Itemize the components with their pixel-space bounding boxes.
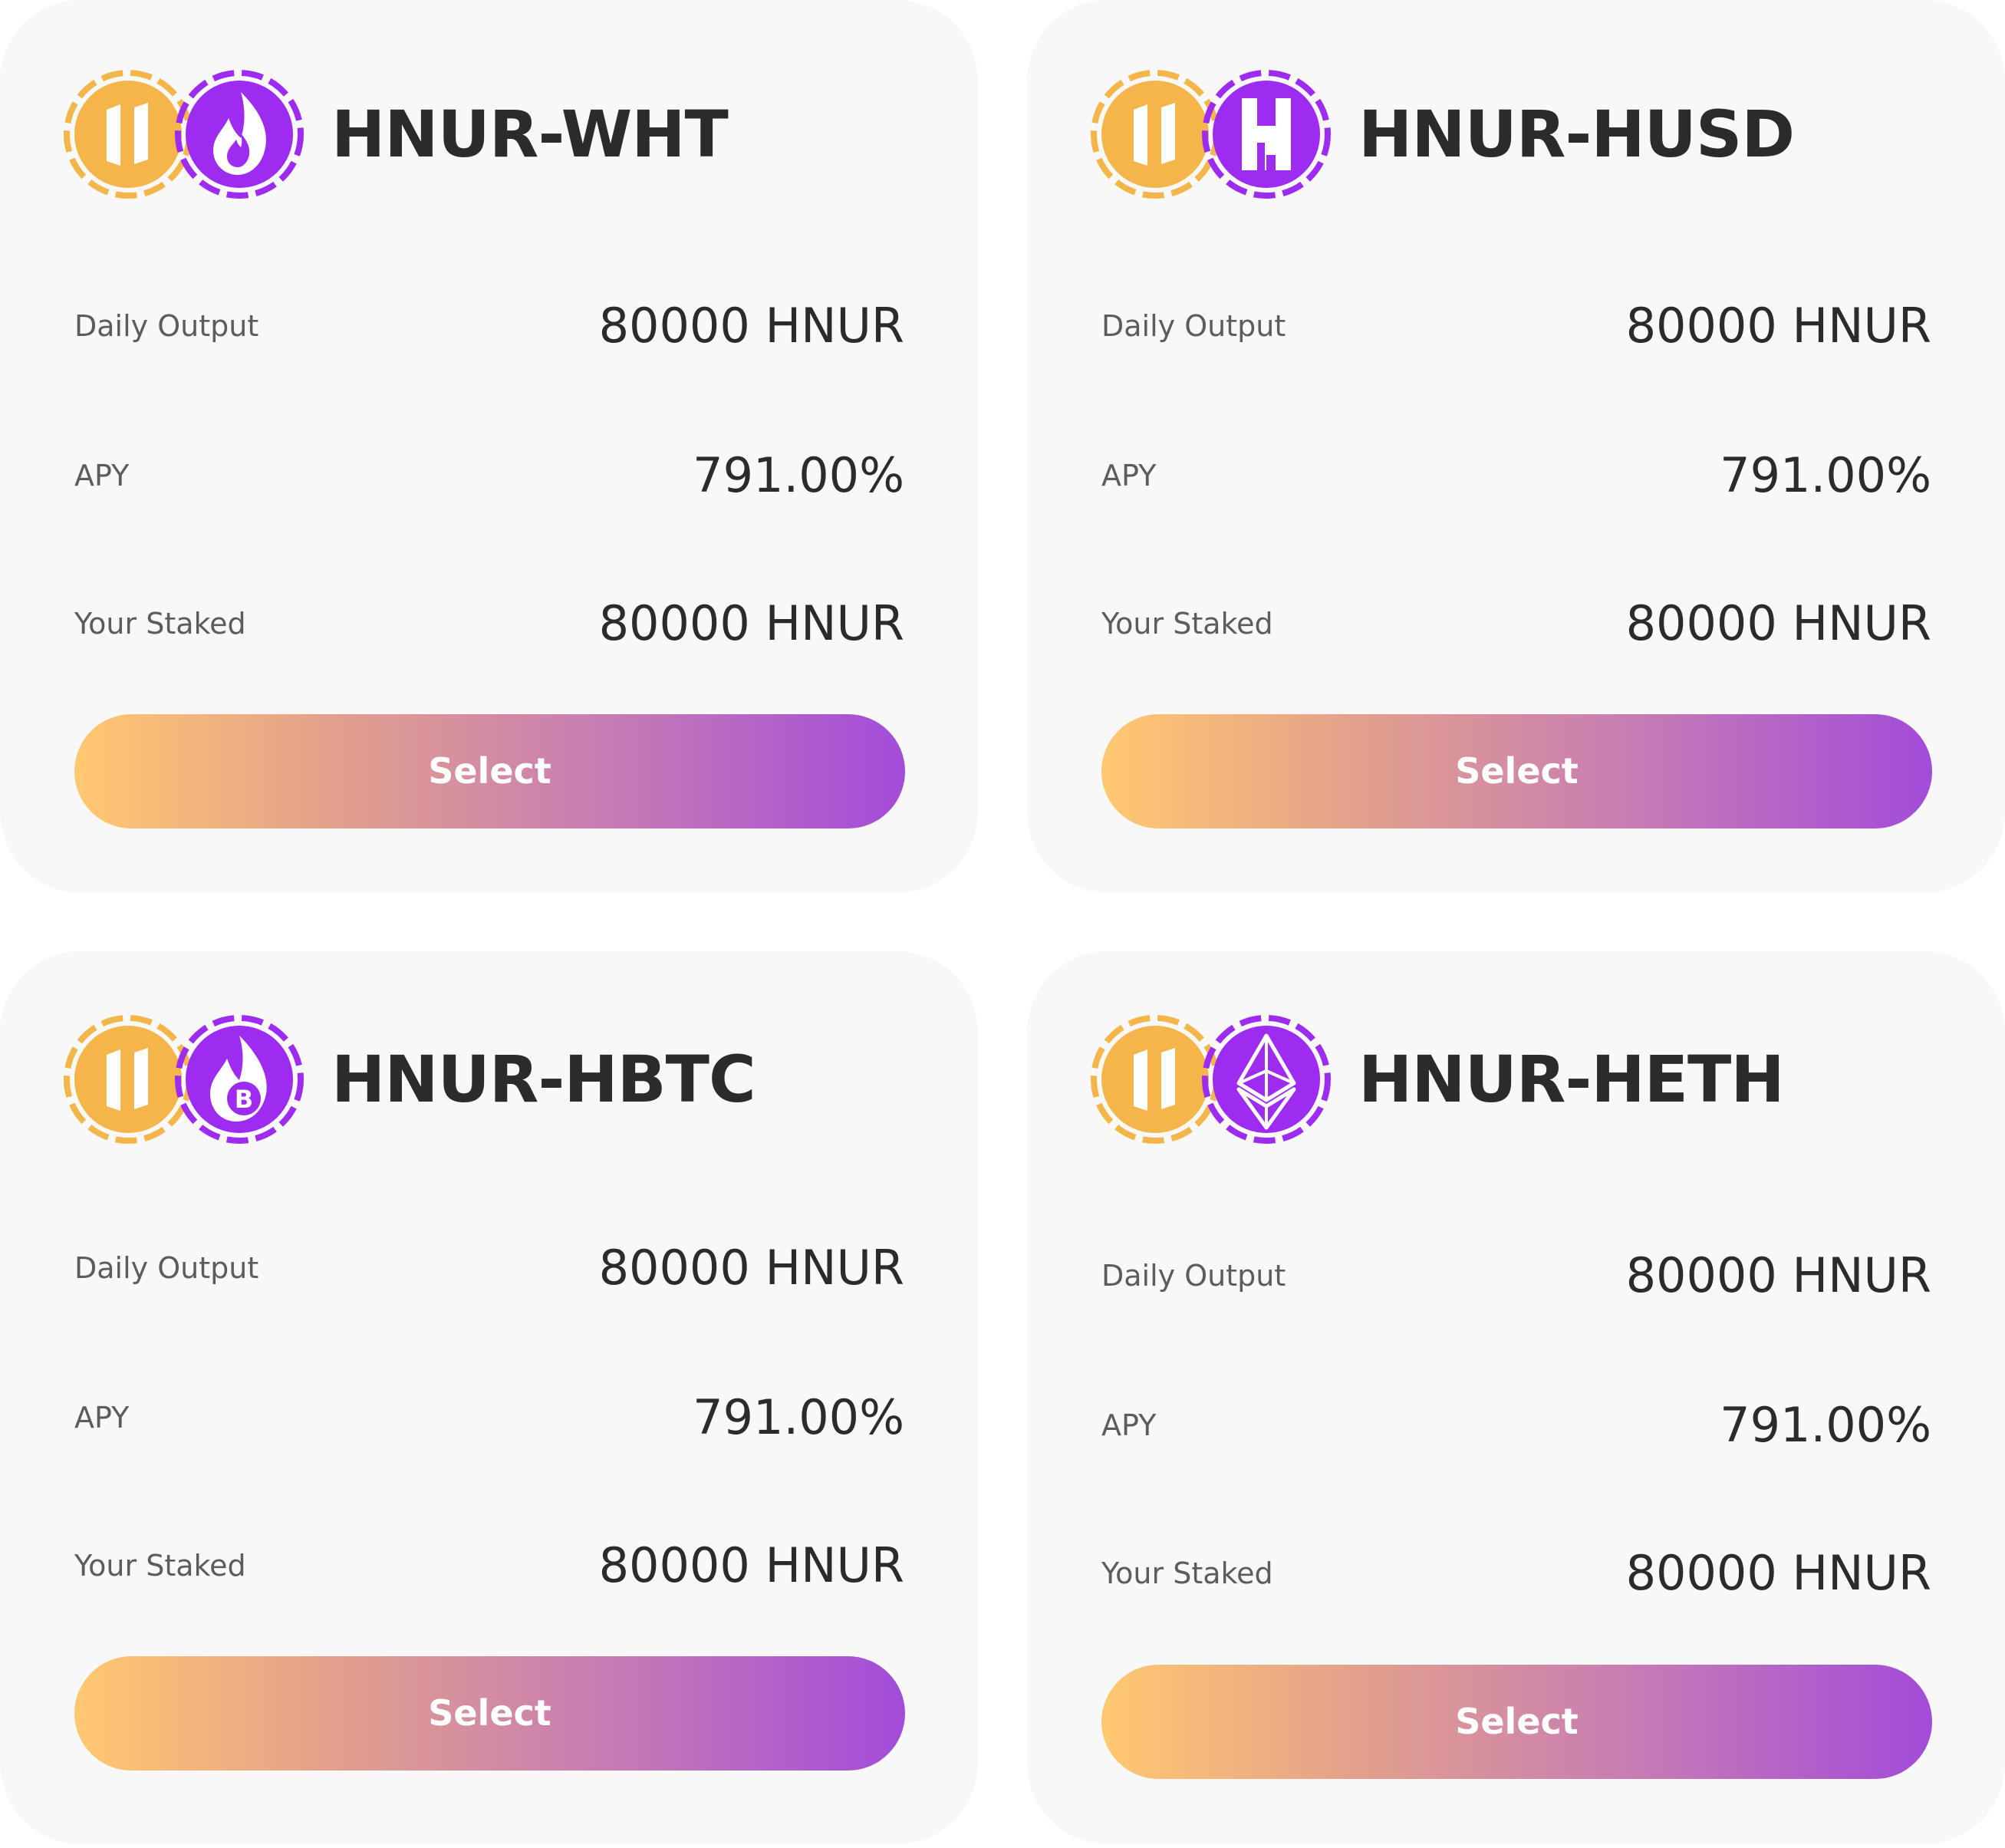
token-pair-icons — [1090, 68, 1332, 202]
pool-card-hnur-heth: HNUR-HETH Daily Output 80000 HNUR APY 79… — [1027, 951, 2005, 1844]
hnur-coin-icon — [1091, 1015, 1220, 1144]
pool-card-hnur-husd: HNUR-HUSD Daily Output 80000 HNUR APY 79… — [1027, 0, 2005, 893]
apy-value: 791.00% — [1720, 1397, 1931, 1453]
daily-output-value: 80000 HNUR — [598, 1240, 904, 1296]
select-button[interactable]: Select — [1101, 1665, 1932, 1779]
apy-label: APY — [74, 1401, 130, 1435]
apy-label: APY — [1101, 459, 1157, 492]
daily-output-label: Daily Output — [74, 309, 259, 343]
your-staked-label: Your Staked — [1101, 607, 1273, 641]
svg-text:B: B — [235, 1085, 253, 1114]
hnur-coin-icon — [1091, 70, 1220, 199]
apy-value: 791.00% — [1720, 447, 1931, 503]
apy-value: 791.00% — [693, 1389, 904, 1445]
daily-output-label: Daily Output — [1101, 309, 1286, 343]
pool-title: HNUR-HUSD — [1358, 97, 1795, 172]
apy-label: APY — [1101, 1408, 1157, 1442]
your-staked-label: Your Staked — [1101, 1556, 1273, 1590]
pool-title: HNUR-HETH — [1358, 1042, 1785, 1117]
pool-card-hnur-wht: HNUR-WHT Daily Output 80000 HNUR APY 791… — [0, 0, 978, 893]
daily-output-value: 80000 HNUR — [1625, 298, 1931, 354]
daily-output-label: Daily Output — [74, 1251, 259, 1285]
token-pair-icons — [63, 68, 305, 202]
select-button[interactable]: Select — [1101, 714, 1932, 828]
select-button[interactable]: Select — [74, 1656, 905, 1771]
your-staked-value: 80000 HNUR — [1625, 595, 1931, 651]
daily-output-label: Daily Output — [1101, 1259, 1286, 1293]
apy-value: 791.00% — [693, 447, 904, 503]
pool-title: HNUR-HBTC — [331, 1042, 756, 1117]
your-staked-value: 80000 HNUR — [1625, 1545, 1931, 1601]
pool-card-hnur-hbtc: B HNUR-HBTC Daily Output 80000 HNUR APY … — [0, 951, 978, 1844]
your-staked-label: Your Staked — [74, 1549, 246, 1583]
flame-bitcoin-icon: B — [175, 1015, 304, 1144]
your-staked-label: Your Staked — [74, 607, 246, 641]
token-pair-icons — [1090, 1013, 1332, 1147]
hnur-coin-icon — [64, 1015, 193, 1144]
apy-label: APY — [74, 459, 130, 492]
flame-icon — [175, 70, 304, 199]
husd-h-icon — [1202, 70, 1331, 199]
your-staked-value: 80000 HNUR — [598, 1537, 904, 1593]
daily-output-value: 80000 HNUR — [598, 298, 904, 354]
hnur-coin-icon — [64, 70, 193, 199]
select-button[interactable]: Select — [74, 714, 905, 828]
daily-output-value: 80000 HNUR — [1625, 1247, 1931, 1303]
ethereum-icon — [1202, 1015, 1331, 1144]
token-pair-icons: B — [63, 1013, 305, 1147]
your-staked-value: 80000 HNUR — [598, 595, 904, 651]
pool-title: HNUR-WHT — [331, 97, 729, 172]
